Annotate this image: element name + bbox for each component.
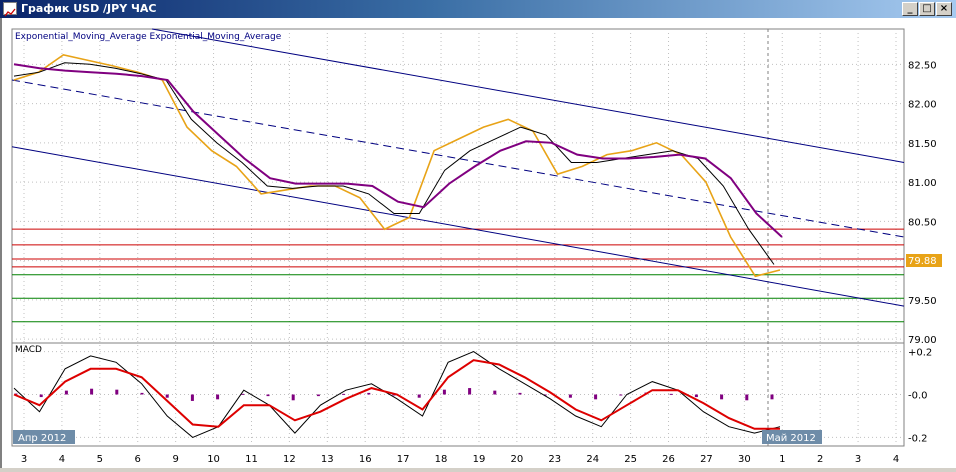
window-titlebar[interactable]: График USD /JPY ЧАС _ □ × — [0, 0, 956, 18]
macd-histogram-bar — [342, 393, 346, 395]
macd-label: MACD — [15, 345, 42, 355]
minimize-button[interactable]: _ — [902, 2, 918, 16]
macd-histogram-bar — [64, 390, 68, 395]
macd-histogram-bar — [90, 388, 94, 395]
x-tick-label: 4 — [893, 454, 899, 465]
macd-histogram-bar — [316, 394, 320, 397]
x-tick-label: 18 — [435, 454, 448, 465]
macd-histogram-bar — [266, 394, 270, 397]
macd-histogram-bar — [165, 394, 169, 398]
macd-tick-label: -0.2 — [908, 433, 928, 444]
x-tick-label: 30 — [738, 454, 751, 465]
x-tick-label: 9 — [172, 454, 178, 465]
x-tick-label: 11 — [245, 454, 258, 465]
macd-histogram-bar — [493, 390, 497, 395]
indicator-legend: Exponential_Moving_Average Exponential_M… — [15, 32, 282, 42]
x-tick-label: 6 — [135, 454, 141, 465]
x-tick-label: 5 — [97, 454, 103, 465]
macd-histogram-bar — [367, 392, 371, 395]
price-tag-value: 79.88 — [908, 256, 937, 267]
window-title: График USD /JPY ЧАС — [21, 2, 157, 15]
y-tick-label: 81.00 — [908, 178, 937, 189]
macd-tick-label: +0.2 — [908, 348, 932, 359]
chart-canvas[interactable]: 3 4 5 6 9 10 11 12 13 16 17 18 19 20 23 24 25 26 27 30 1 2 3 48… — [2, 18, 956, 468]
restore-button[interactable]: □ — [919, 2, 935, 16]
y-tick-label: 81.50 — [908, 139, 937, 150]
macd-histogram-bar — [468, 388, 472, 395]
x-tick-label: 24 — [586, 454, 599, 465]
x-tick-label: 12 — [283, 454, 296, 465]
macd-histogram-bar — [417, 394, 421, 398]
x-tick-label: 13 — [321, 454, 334, 465]
macd-histogram-bar — [115, 389, 119, 395]
y-tick-label: 79.50 — [908, 296, 937, 307]
chart-area[interactable]: 3 4 5 6 9 10 11 12 13 16 17 18 19 20 23 24 25 26 27 30 1 2 3 4 8… — [0, 18, 956, 468]
x-tick-label: 26 — [662, 454, 675, 465]
macd-histogram-bar — [568, 394, 572, 398]
macd-histogram-bar — [669, 393, 673, 395]
y-tick-label: 82.00 — [908, 100, 937, 111]
macd-histogram-bar — [442, 389, 446, 395]
macd-histogram-bar — [694, 394, 698, 398]
macd-histogram-bar — [140, 392, 144, 395]
macd-histogram-bar — [518, 392, 522, 395]
x-tick-label: 1 — [779, 454, 785, 465]
x-tick-label: 4 — [59, 454, 65, 465]
end-date-label: Май 2012 — [766, 433, 816, 444]
macd-histogram-bar — [594, 394, 598, 400]
macd-histogram-bar — [619, 394, 623, 396]
y-tick-label: 82.50 — [908, 60, 937, 71]
macd-histogram-bar — [720, 394, 724, 400]
macd-histogram-bar — [216, 394, 220, 400]
x-tick-label: 27 — [700, 454, 713, 465]
y-tick-label: 79.00 — [908, 335, 937, 346]
x-tick-label: 23 — [548, 454, 561, 465]
start-date-label: Апр 2012 — [18, 433, 66, 444]
x-tick-label: 10 — [207, 454, 220, 465]
chart-window-icon — [3, 2, 17, 17]
x-tick-label: 2 — [817, 454, 823, 465]
macd-histogram-bar — [39, 394, 43, 398]
macd-histogram-bar — [190, 394, 194, 401]
y-tick-label: 80.50 — [908, 217, 937, 228]
x-tick-label: 25 — [624, 454, 637, 465]
x-tick-label: 20 — [511, 454, 524, 465]
x-tick-label: 19 — [473, 454, 486, 465]
x-tick-label: 3 — [855, 454, 861, 465]
macd-histogram-bar — [745, 394, 749, 401]
x-tick-label: 16 — [359, 454, 372, 465]
macd-histogram-bar — [291, 394, 295, 401]
macd-histogram-bar — [770, 394, 774, 400]
close-button[interactable]: × — [936, 2, 952, 16]
macd-tick-label: -0.0 — [908, 391, 928, 402]
x-tick-label: 17 — [397, 454, 410, 465]
x-tick-label: 3 — [21, 454, 27, 465]
